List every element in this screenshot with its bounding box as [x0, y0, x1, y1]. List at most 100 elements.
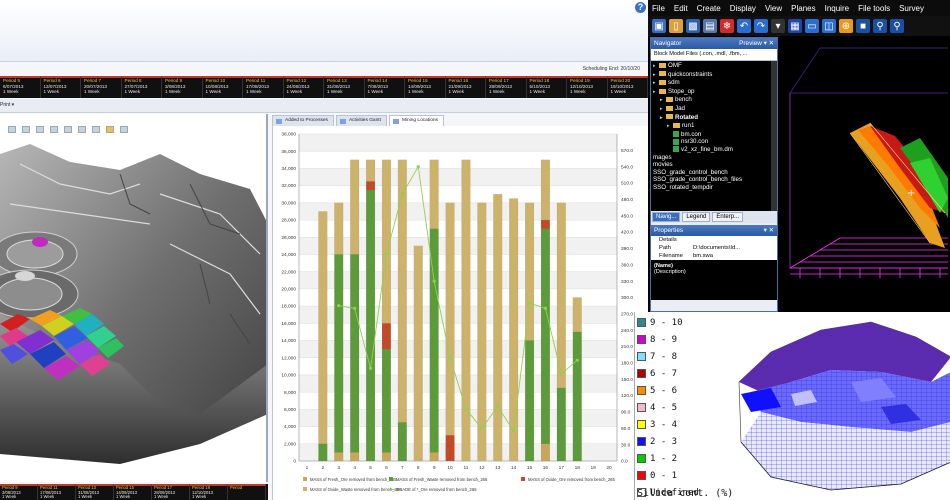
period-column[interactable]: Period 7 20/07/2013 1 Week [81, 76, 122, 98]
grid-band [299, 306, 617, 324]
menu-item[interactable]: File [652, 4, 665, 13]
period-column[interactable]: Period 5 6/07/2013 1 Week [0, 76, 41, 98]
tab-activities-gantt[interactable]: Activities Gantt [335, 115, 387, 126]
menu-item[interactable]: Planes [791, 4, 815, 13]
tree-item[interactable]: mages [651, 154, 777, 162]
period-column[interactable]: Period 13 31/08/2013 1 Week [324, 76, 365, 98]
layers-icon[interactable]: ■ [856, 19, 870, 33]
period-duration: 1 Week [286, 89, 303, 94]
tree-item[interactable]: ▸ OMF [651, 62, 777, 71]
period-column[interactable]: Period 17 28/09/2013 1 Week [152, 484, 190, 500]
file-filter-dropdown[interactable]: Block Model Files (.con, .mdl, .fbm, ... [651, 49, 777, 61]
orebody-3d-viewport[interactable]: + [780, 38, 950, 312]
period-duration: 1 Week [2, 494, 17, 500]
x-tick-label: 15 [527, 465, 533, 471]
window-icon[interactable]: ▭ [805, 19, 819, 33]
tree-scrollbar[interactable] [771, 61, 777, 211]
tree-item[interactable]: ▸ Stope_op [651, 88, 777, 97]
help-icon[interactable]: ? [635, 2, 646, 13]
period-duration: 1 Week [448, 89, 465, 94]
period-column[interactable]: Period 8 27/07/2013 1 Week [121, 76, 162, 98]
print-icon[interactable]: ▤ [703, 19, 717, 33]
tab-navigator[interactable]: Navig... [652, 212, 681, 222]
period-column[interactable]: Period 15 14/09/2013 1 Week [114, 484, 152, 500]
save-icon[interactable]: ▩ [686, 19, 700, 33]
y-tick-label: 2,000 [284, 441, 296, 447]
period-column[interactable]: Period 13 31/08/2013 1 Week [76, 484, 114, 500]
menu-item[interactable]: Display [730, 4, 756, 13]
tree-item-label: SSO_grade_control_bench_files [653, 176, 743, 184]
period-column[interactable]: Period 6 13/07/2013 1 Week [40, 76, 81, 98]
tree-item[interactable]: ▸ quickconstraints [651, 71, 777, 80]
redo-icon[interactable]: ↷ [754, 19, 768, 33]
tree-item[interactable]: v2_xz_fine_bm.dm [651, 146, 777, 154]
properties-section[interactable]: Details [651, 236, 777, 244]
legend-label: 1 - 2 [650, 453, 678, 464]
period-column[interactable]: Period 19 12/10/2013 1 Week [567, 76, 608, 98]
tree-item[interactable]: ▸ run1 [651, 122, 777, 131]
x-tick-label: 6 [385, 465, 388, 471]
legend-entry: 6 - 7 [637, 365, 729, 382]
tree-item[interactable]: ▸ bench [651, 96, 777, 105]
tree-item[interactable]: ▸ Jad [651, 105, 777, 114]
tree-item[interactable]: movies [651, 161, 777, 169]
menu-item[interactable]: Survey [899, 4, 924, 13]
tree-item[interactable]: ▸ Rotated [651, 114, 777, 123]
pin-icon[interactable]: ▾ ✕ [764, 40, 774, 47]
period-column[interactable]: Period 15 14/09/2013 1 Week [405, 76, 446, 98]
period-column[interactable]: Period 18 5/10/2013 1 Week [526, 76, 567, 98]
period-column[interactable]: Period 20 19/10/2013 1 Week [607, 76, 648, 98]
period-column[interactable]: Period 11 17/08/2013 1 Week [38, 484, 76, 500]
tree-item[interactable]: bm.con [651, 131, 777, 139]
crosshair-icon[interactable]: ⊕ [839, 19, 853, 33]
undo-icon[interactable]: ↶ [737, 19, 751, 33]
folder-icon [659, 71, 666, 77]
period-column[interactable]: Period 9 3/08/2013 1 Week [0, 484, 38, 500]
period-column[interactable]: Period 11 17/08/2013 1 Week [243, 76, 284, 98]
tree-item-label: Jad [675, 104, 685, 112]
legend-entry: 5 - 6 [637, 382, 729, 399]
open-folder-icon[interactable]: ▯ [669, 19, 683, 33]
tab-legend[interactable]: Legend [682, 212, 711, 222]
y-tick-label: 8,000 [284, 390, 296, 396]
period-column[interactable]: Period 16 21/09/2013 1 Week [445, 76, 486, 98]
tree-item[interactable]: SSO_rotated_tempdir [651, 184, 777, 192]
new-file-icon[interactable]: ▣ [652, 19, 666, 33]
folder-icon [666, 97, 673, 103]
menu-item[interactable]: Edit [674, 4, 688, 13]
pit-3d-view[interactable] [0, 114, 268, 482]
period-column[interactable]: Period 17 28/09/2013 1 Week [486, 76, 527, 98]
period-duration: 1 Week [3, 89, 19, 94]
split-view-icon[interactable]: ◫ [822, 19, 836, 33]
legend-label: 0 - 1 [650, 470, 678, 481]
period-column[interactable]: Period 10 10/08/2013 1 Week [202, 76, 243, 98]
tree-item[interactable]: SSO_grade_control_bench_files [651, 176, 777, 184]
tab-enterprise[interactable]: Enterp... [712, 212, 744, 222]
menu-item[interactable]: View [765, 4, 782, 13]
properties-controls-icon[interactable]: ▾ ✕ [764, 225, 774, 236]
period-column[interactable]: Period 14 7/09/2013 1 Week [364, 76, 405, 98]
menu-item[interactable]: Inquire [825, 4, 849, 13]
period-column[interactable]: Period 9 3/08/2013 1 Week [162, 76, 203, 98]
mining-software-window: File Edit Create Display View Planes Inquire Fi… [648, 0, 950, 312]
tab-added-to-processes[interactable]: Added to Processes [272, 115, 334, 126]
period-column[interactable]: Period 12 24/08/2013 1 Week [283, 76, 324, 98]
print-dropdown[interactable]: Print ▾ [0, 102, 14, 108]
tree-item[interactable]: nsr30.con [651, 138, 777, 146]
snowflake-icon[interactable]: ❄ [720, 19, 734, 33]
zoom-in-icon[interactable]: ⚲ [873, 19, 887, 33]
tree-item[interactable]: SSO_grade_control_bench [651, 169, 777, 177]
tree-item[interactable]: ▸ sdm [651, 79, 777, 88]
period-column[interactable]: Period [228, 484, 266, 500]
y-tick-label: 28,000 [281, 218, 296, 224]
zoom-out-icon[interactable]: ⚲ [890, 19, 904, 33]
legend-label: MASS of Fresh_Ore removed from bench_265 [310, 477, 397, 482]
period-name: Period [230, 485, 243, 490]
tab-mining-locations[interactable]: Mining Locations [388, 115, 444, 126]
period-column[interactable]: Period 19 12/10/2013 1 Week [190, 484, 228, 500]
dropdown-icon[interactable]: ▾ [771, 19, 785, 33]
preview-label[interactable]: Preview [739, 40, 762, 47]
grid-icon[interactable]: ▦ [788, 19, 802, 33]
menu-item[interactable]: File tools [858, 4, 890, 13]
menu-item[interactable]: Create [697, 4, 721, 13]
